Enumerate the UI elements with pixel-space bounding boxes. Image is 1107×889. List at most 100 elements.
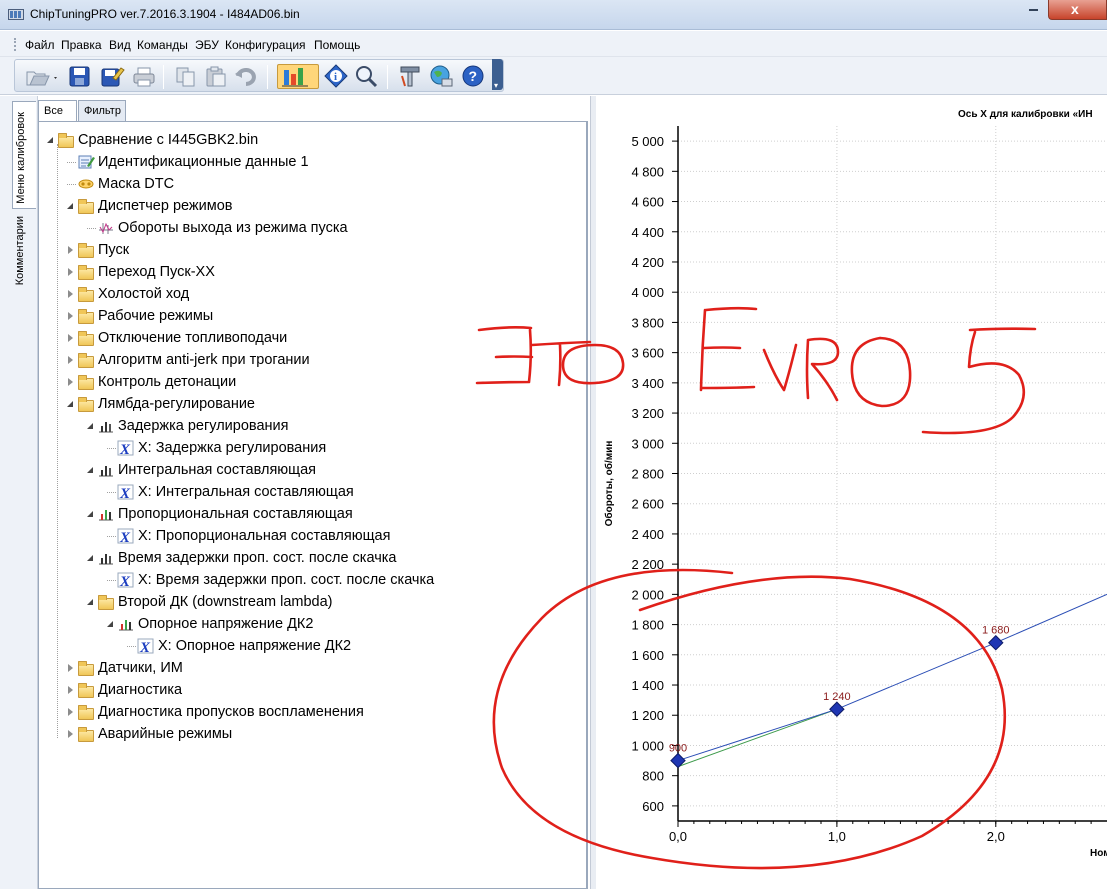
tree-connector	[127, 646, 136, 647]
expand-arrow-icon[interactable]	[68, 290, 73, 298]
collapse-arrow-icon[interactable]	[67, 401, 73, 407]
tree-item[interactable]: Лямбда-регулирование	[67, 394, 255, 414]
collapse-arrow-icon[interactable]	[87, 423, 93, 429]
y-tick-label: 2 400	[631, 527, 664, 542]
tree-item[interactable]: Рабочие режимы	[68, 306, 213, 326]
collapse-arrow-icon[interactable]	[87, 511, 93, 517]
tab-comments[interactable]: Комментарии	[12, 210, 36, 300]
print-button[interactable]	[131, 64, 157, 89]
tree-item[interactable]: Пуск	[68, 240, 129, 260]
y-tick-label: 3 400	[631, 376, 664, 391]
tree-item[interactable]: Идентификационные данные 1	[77, 152, 309, 172]
chart[interactable]: Ось X для калибровки «ИН 5 000 4 800 4 600 4…	[596, 96, 1107, 889]
expand-arrow-icon[interactable]	[68, 664, 73, 672]
tree-item[interactable]: Датчики, ИМ	[68, 658, 183, 678]
web-button[interactable]	[428, 64, 454, 89]
expand-arrow-icon[interactable]	[68, 708, 73, 716]
tree-item[interactable]: Опорное напряжение ДК2	[107, 614, 314, 634]
toolbar-strip: i ?	[14, 59, 504, 92]
chart-view-button[interactable]	[277, 64, 319, 89]
tree-item[interactable]: X X: Опорное напряжение ДК2	[137, 636, 351, 656]
expand-arrow-icon[interactable]	[68, 246, 73, 254]
tree-item[interactable]: X X: Время задержки проп. сост. после ска…	[117, 570, 434, 590]
tree-item[interactable]: Диагностика	[68, 680, 182, 700]
tab-filter[interactable]: Фильтр	[78, 100, 126, 121]
open-button[interactable]	[24, 64, 60, 89]
tree-item-label: Алгоритм anti-jerk при трогании	[98, 352, 310, 368]
undo-button[interactable]	[233, 64, 259, 89]
collapse-arrow-icon[interactable]	[87, 599, 93, 605]
tree-item[interactable]: Переход Пуск-ХХ	[68, 262, 215, 282]
tree-item[interactable]: Время задержки проп. сост. после скачка	[87, 548, 397, 568]
tree-connector	[57, 144, 58, 738]
menu-commands[interactable]: Команды	[137, 38, 188, 52]
tree-item[interactable]: X X: Интегральная составляющая	[117, 482, 354, 502]
folder-icon	[77, 198, 95, 214]
expand-arrow-icon[interactable]	[68, 268, 73, 276]
tree-item[interactable]: Сравнение с I445GBK2.bin	[47, 130, 258, 150]
menu-ecu[interactable]: ЭБУ	[195, 38, 219, 52]
expand-arrow-icon[interactable]	[68, 334, 73, 342]
tree-item[interactable]: Отключение топливоподачи	[68, 328, 287, 348]
svg-text:i: i	[334, 71, 337, 83]
tree-item-label: Диспетчер режимов	[98, 198, 233, 214]
tree-item[interactable]: Холостой ход	[68, 284, 189, 304]
tree-item[interactable]: Диспетчер режимов	[67, 196, 233, 216]
tree-item[interactable]: Аварийные режимы	[68, 724, 232, 744]
tree-item-label: Опорное напряжение ДК2	[138, 616, 314, 632]
paste-button[interactable]	[203, 64, 229, 89]
data-label: 900	[669, 743, 687, 755]
tree-item[interactable]: Пропорциональная составляющая	[87, 504, 353, 524]
data-label: 1 680	[982, 625, 1010, 637]
folder-icon	[77, 286, 95, 302]
collapse-arrow-icon[interactable]	[107, 621, 113, 627]
curve-modified-icon	[97, 506, 115, 522]
tree-item[interactable]: Контроль детонации	[68, 372, 236, 392]
expand-arrow-icon[interactable]	[68, 686, 73, 694]
save-as-button[interactable]	[99, 64, 125, 89]
tree-item[interactable]: Интегральная составляющая	[87, 460, 316, 480]
tree-item[interactable]: Маска DTC	[77, 174, 174, 194]
minimize-button[interactable]	[1020, 0, 1047, 20]
tree-item[interactable]: Второй ДК (downstream lambda)	[87, 592, 333, 612]
menu-view[interactable]: Вид	[109, 38, 131, 52]
collapse-arrow-icon[interactable]	[67, 203, 73, 209]
calibration-tree[interactable]: Сравнение с I445GBK2.bin Идентификационны…	[38, 121, 588, 889]
expand-arrow-icon[interactable]	[68, 312, 73, 320]
svg-text:X: X	[119, 486, 131, 500]
expand-arrow-icon[interactable]	[68, 730, 73, 738]
collapse-arrow-icon[interactable]	[87, 467, 93, 473]
tree-item[interactable]: Алгоритм anti-jerk при трогании	[68, 350, 310, 370]
expand-arrow-icon[interactable]	[68, 356, 73, 364]
y-tick-label: 4 400	[631, 225, 664, 240]
folder-icon	[77, 308, 95, 324]
menu-edit[interactable]: Правка	[61, 38, 102, 52]
menu-help[interactable]: Помощь	[314, 38, 360, 52]
copy-button[interactable]	[173, 64, 199, 89]
tree-item[interactable]: Задержка регулирования	[87, 416, 288, 436]
tree-item[interactable]: Диагностика пропусков воспламенения	[68, 702, 364, 722]
calibration-tree-panel: Все Фильтр Сравнение с I445GBK2.bin Идент…	[38, 96, 590, 889]
menu-configuration[interactable]: Конфигурация	[225, 38, 306, 52]
tab-calibration-menu[interactable]: Меню калибровок	[12, 101, 36, 209]
collapse-arrow-icon[interactable]	[47, 137, 53, 143]
tools-button[interactable]	[397, 64, 423, 89]
tree-item-label: Лямбда-регулирование	[98, 396, 255, 412]
zoom-button[interactable]	[353, 64, 379, 89]
toolbar-overflow-button[interactable]: ▾	[492, 59, 503, 90]
save-button[interactable]	[67, 64, 93, 89]
tree-item[interactable]: Обороты выхода из режима пуска	[97, 218, 348, 238]
collapse-arrow-icon[interactable]	[87, 555, 93, 561]
tree-item[interactable]: X X: Задержка регулирования	[117, 438, 326, 458]
help-button[interactable]: ?	[460, 64, 486, 89]
menu-file[interactable]: Файл	[25, 38, 55, 52]
info-button[interactable]: i	[323, 64, 349, 89]
y-tick-label: 1 000	[631, 738, 664, 753]
data-point	[987, 634, 1004, 651]
tree-item[interactable]: X X: Пропорциональная составляющая	[117, 526, 390, 546]
tree-connector	[107, 492, 116, 493]
tab-all[interactable]: Все	[38, 100, 77, 123]
curve-icon	[97, 418, 115, 434]
close-button[interactable]: x	[1048, 0, 1107, 20]
expand-arrow-icon[interactable]	[68, 378, 73, 386]
